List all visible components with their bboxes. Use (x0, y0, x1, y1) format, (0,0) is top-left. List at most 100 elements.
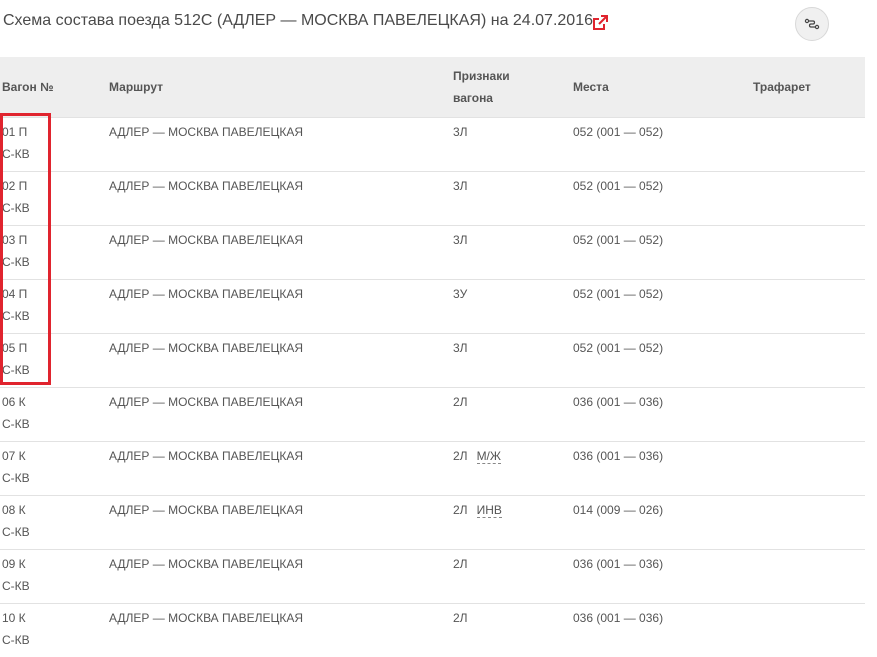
header-signs[interactable]: Признаки вагона (453, 57, 573, 118)
signs-cell: 3Л (453, 172, 573, 226)
wagon-cell: 05 П С-КВ (0, 334, 109, 388)
header-stencil[interactable]: Трафарет (753, 57, 865, 118)
stencil-cell (753, 172, 865, 226)
table-row[interactable]: 01 П С-КВ АДЛЕР — МОСКВА ПАВЕЛЕЦКАЯ3Л 052 (… (0, 118, 865, 172)
wagon-sign: 2Л (453, 611, 468, 625)
wagon-sign: 3Л (453, 233, 468, 247)
stencil-cell (753, 388, 865, 442)
wagon-class: С-КВ (2, 363, 30, 377)
header-signs-line1: Признаки (453, 65, 510, 87)
wagon-sign: 3У (453, 287, 467, 301)
wagon-sign: 2Л (453, 395, 468, 409)
header-route[interactable]: Маршрут (109, 57, 453, 118)
wagon-sign: 2Л (453, 557, 468, 571)
wagon-number: 04 П (2, 287, 27, 301)
route-cell: АДЛЕР — МОСКВА ПАВЕЛЕЦКАЯ (109, 172, 453, 226)
seats-cell: 036 (001 — 036) (573, 442, 753, 496)
wagon-number: 08 К (2, 503, 26, 517)
wagon-cell: 03 П С-КВ (0, 226, 109, 280)
seats-cell: 036 (001 — 036) (573, 604, 753, 657)
route-cell: АДЛЕР — МОСКВА ПАВЕЛЕЦКАЯ (109, 388, 453, 442)
wagon-class: С-КВ (2, 417, 30, 431)
seats-cell: 052 (001 — 052) (573, 172, 753, 226)
wagon-sign: 2Л (453, 503, 468, 517)
signs-cell: 2Л М/Ж (453, 442, 573, 496)
title-bar: Схема состава поезда 512С (АДЛЕР — МОСКВ… (0, 0, 877, 56)
wagon-number: 01 П (2, 125, 27, 139)
signs-cell: 2Л ИНВ (453, 496, 573, 550)
wagon-cell: 08 К С-КВ (0, 496, 109, 550)
seats-cell: 036 (001 — 036) (573, 388, 753, 442)
train-composition-table: Вагон № Маршрут Признаки вагона Места Тр… (0, 57, 865, 657)
seats-cell: 052 (001 — 052) (573, 118, 753, 172)
wagon-sign-extra[interactable]: ИНВ (477, 503, 502, 518)
route-cell: АДЛЕР — МОСКВА ПАВЕЛЕЦКАЯ (109, 550, 453, 604)
route-cell: АДЛЕР — МОСКВА ПАВЕЛЕЦКАЯ (109, 496, 453, 550)
table-row[interactable]: 07 К С-КВ АДЛЕР — МОСКВА ПАВЕЛЕЦКАЯ2Л М/Ж 03… (0, 442, 865, 496)
route-map-button[interactable] (795, 7, 829, 41)
table-row[interactable]: 08 К С-КВ АДЛЕР — МОСКВА ПАВЕЛЕЦКАЯ2Л ИНВ 01… (0, 496, 865, 550)
signs-cell: 2Л (453, 604, 573, 657)
wagon-sign: 2Л (453, 449, 468, 463)
signs-cell: 3Л (453, 118, 573, 172)
stencil-cell (753, 496, 865, 550)
wagon-sign: 3Л (453, 125, 468, 139)
external-link-icon[interactable] (591, 14, 609, 32)
header-seats[interactable]: Места (573, 57, 753, 118)
seats-cell: 052 (001 — 052) (573, 334, 753, 388)
signs-cell: 3Л (453, 334, 573, 388)
wagon-cell: 07 К С-КВ (0, 442, 109, 496)
stencil-cell (753, 334, 865, 388)
wagon-number: 10 К (2, 611, 26, 625)
seats-cell: 052 (001 — 052) (573, 280, 753, 334)
stencil-cell (753, 550, 865, 604)
stencil-cell (753, 226, 865, 280)
table-row[interactable]: 04 П С-КВ АДЛЕР — МОСКВА ПАВЕЛЕЦКАЯ3У 052 (… (0, 280, 865, 334)
wagon-cell: 10 КС-КВ (0, 604, 109, 657)
route-cell: АДЛЕР — МОСКВА ПАВЕЛЕЦКАЯ (109, 442, 453, 496)
wagon-class: С-КВ (2, 525, 30, 539)
stencil-cell (753, 280, 865, 334)
wagon-sign: 3Л (453, 341, 468, 355)
wagon-class: С-КВ (2, 309, 30, 323)
seats-cell: 014 (009 — 026) (573, 496, 753, 550)
table-row[interactable]: 05 П С-КВ АДЛЕР — МОСКВА ПАВЕЛЕЦКАЯ3Л 052 (… (0, 334, 865, 388)
table-row[interactable]: 03 П С-КВ АДЛЕР — МОСКВА ПАВЕЛЕЦКАЯ3Л 052 (… (0, 226, 865, 280)
route-cell: АДЛЕР — МОСКВА ПАВЕЛЕЦКАЯ (109, 334, 453, 388)
wagon-number: 05 П (2, 341, 27, 355)
wagon-number: 03 П (2, 233, 27, 247)
route-cell: АДЛЕР — МОСКВА ПАВЕЛЕЦКАЯ (109, 118, 453, 172)
signs-cell: 3У (453, 280, 573, 334)
wagon-cell: 02 П С-КВ (0, 172, 109, 226)
wagon-class: С-КВ (2, 471, 30, 485)
route-icon (804, 16, 820, 32)
seats-cell: 052 (001 — 052) (573, 226, 753, 280)
table-row[interactable]: 02 П С-КВ АДЛЕР — МОСКВА ПАВЕЛЕЦКАЯ3Л052 (… (0, 172, 865, 226)
route-cell: АДЛЕР — МОСКВА ПАВЕЛЕЦКАЯ (109, 226, 453, 280)
route-cell: АДЛЕР — МОСКВА ПАВЕЛЕЦКАЯ (109, 604, 453, 657)
header-wagon[interactable]: Вагон № (0, 57, 109, 118)
wagon-number: 09 К (2, 557, 26, 571)
wagon-cell: 04 П С-КВ (0, 280, 109, 334)
wagon-cell: 06 К С-КВ (0, 388, 109, 442)
table-row[interactable]: 09 КС-КВАДЛЕР — МОСКВА ПАВЕЛЕЦКАЯ2Л 036 (… (0, 550, 865, 604)
stencil-cell (753, 604, 865, 657)
seats-cell: 036 (001 — 036) (573, 550, 753, 604)
signs-cell: 3Л (453, 226, 573, 280)
wagon-number: 07 К (2, 449, 26, 463)
wagon-number: 02 П (2, 179, 27, 193)
table-row[interactable]: 10 КС-КВАДЛЕР — МОСКВА ПАВЕЛЕЦКАЯ2Л 036 (… (0, 604, 865, 657)
route-cell: АДЛЕР — МОСКВА ПАВЕЛЕЦКАЯ (109, 280, 453, 334)
wagon-number: 06 К (2, 395, 26, 409)
table-header-row: Вагон № Маршрут Признаки вагона Места Тр… (0, 57, 865, 118)
wagon-cell: 09 КС-КВ (0, 550, 109, 604)
wagon-sign-extra[interactable]: М/Ж (477, 449, 501, 464)
wagon-cell: 01 П С-КВ (0, 118, 109, 172)
stencil-cell (753, 442, 865, 496)
page-title: Схема состава поезда 512С (АДЛЕР — МОСКВ… (3, 12, 593, 30)
stencil-cell (753, 118, 865, 172)
wagon-class: С-КВ (2, 147, 30, 161)
wagon-class: С-КВ (2, 201, 30, 215)
wagon-class: С-КВ (2, 255, 30, 269)
table-row[interactable]: 06 К С-КВ АДЛЕР — МОСКВА ПАВЕЛЕЦКАЯ2Л 036 (… (0, 388, 865, 442)
